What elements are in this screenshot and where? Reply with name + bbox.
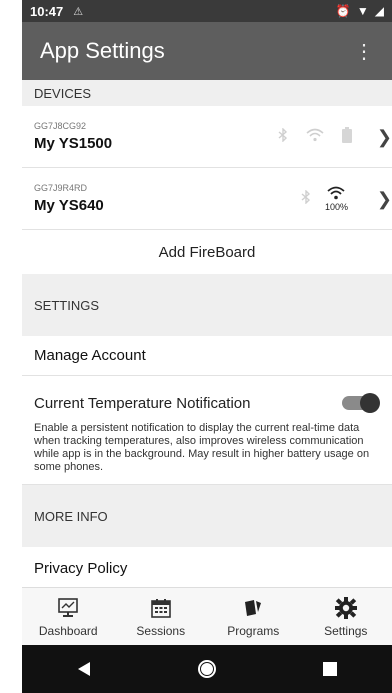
- add-fireboard-button[interactable]: Add FireBoard: [22, 230, 392, 274]
- more-info-header: MORE INFO: [22, 485, 392, 547]
- system-nav-bar: [22, 645, 392, 693]
- wifi-percent: 100%: [324, 202, 348, 212]
- nav-label: Sessions: [136, 623, 186, 638]
- device-name: My YS640: [34, 197, 104, 214]
- status-time: 10:47: [30, 3, 64, 19]
- nav-settings[interactable]: Settings: [300, 588, 392, 645]
- manage-account-item[interactable]: Manage Account: [22, 336, 392, 376]
- wifi-icon: [327, 186, 346, 200]
- signal-icon: ◢: [374, 4, 384, 18]
- wifi-strength: 100%: [325, 186, 348, 212]
- page-title: App Settings: [40, 38, 165, 63]
- device-serial: GG7J9R4RD: [34, 183, 88, 193]
- nav-programs[interactable]: Programs: [207, 588, 300, 645]
- home-icon[interactable]: [187, 649, 227, 689]
- notification-description: Enable a persistent notification to disp…: [34, 422, 370, 473]
- bluetooth-icon: [301, 188, 311, 209]
- nav-sessions[interactable]: Sessions: [115, 588, 208, 645]
- device-row[interactable]: GG7J8CG92 My YS1500 ❯: [22, 106, 392, 168]
- toggle-knob: [360, 393, 380, 413]
- recents-icon[interactable]: [310, 649, 350, 689]
- bluetooth-icon: [278, 126, 288, 147]
- nav-label: Programs: [227, 623, 280, 638]
- bottom-nav: Dashboard Sessions Programs Settings: [22, 587, 392, 645]
- battery-icon: [342, 126, 352, 148]
- devices-header: DEVICES: [22, 80, 392, 106]
- notification-setting: Current Temperature Notification Enable …: [22, 376, 392, 485]
- settings-content: DEVICES GG7J8CG92 My YS1500 ❯ GG7J9R4RD …: [22, 80, 392, 587]
- gear-icon: [334, 596, 357, 620]
- status-bar: 10:47 ⚠ ⏰ ▼ ◢: [22, 0, 392, 22]
- device-name: My YS1500: [34, 135, 113, 152]
- app-bar: App Settings ⋮: [22, 22, 392, 80]
- device-row[interactable]: GG7J9R4RD My YS640 100% ❯: [22, 168, 392, 230]
- alarm-icon: ⏰: [335, 4, 351, 18]
- notification-toggle[interactable]: [342, 393, 380, 413]
- dashboard-icon: [58, 596, 79, 620]
- chevron-right-icon: ❯: [376, 188, 392, 209]
- nav-dashboard[interactable]: Dashboard: [22, 588, 115, 645]
- notification-title: Current Temperature Notification: [34, 394, 251, 412]
- more-vert-icon[interactable]: ⋮: [354, 39, 374, 64]
- programs-icon: [242, 596, 264, 620]
- back-icon[interactable]: [64, 649, 104, 689]
- privacy-policy-item[interactable]: Privacy Policy: [22, 547, 392, 589]
- warning-icon: ⚠: [73, 5, 84, 18]
- wifi-icon: [306, 128, 324, 147]
- device-serial: GG7J8CG92: [34, 121, 87, 131]
- wifi-icon: ▼: [356, 4, 369, 18]
- nav-label: Dashboard: [38, 623, 98, 638]
- nav-label: Settings: [324, 623, 368, 638]
- calendar-icon: [150, 596, 171, 620]
- chevron-right-icon: ❯: [376, 126, 392, 147]
- settings-header: SETTINGS: [22, 274, 392, 336]
